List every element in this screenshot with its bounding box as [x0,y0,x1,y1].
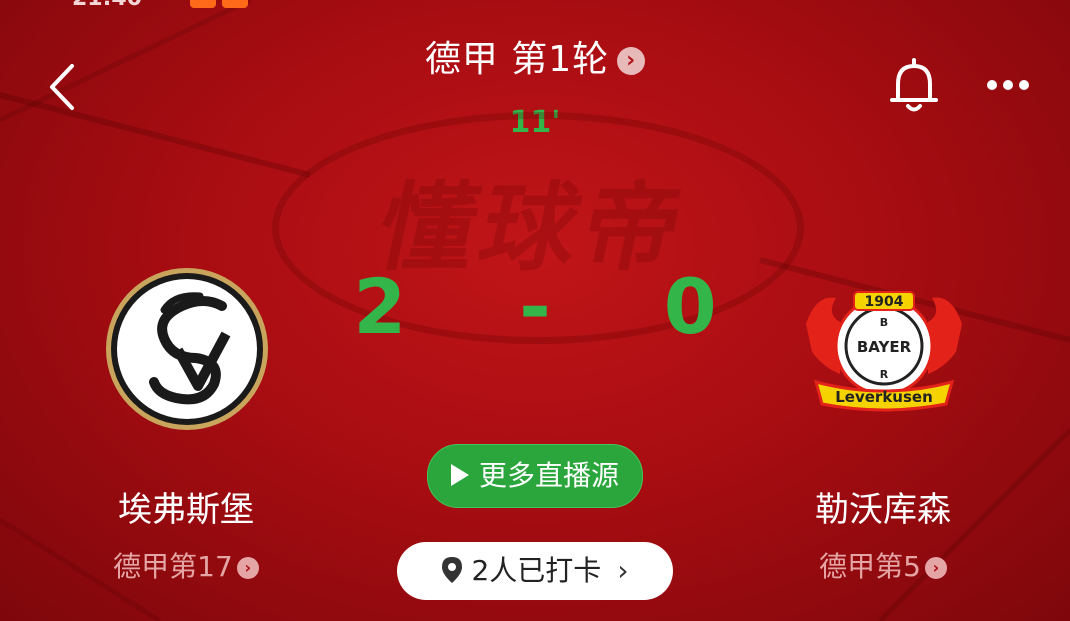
more-live-sources-button[interactable]: 更多直播源 [427,444,643,508]
live-sources-label: 更多直播源 [478,459,619,492]
signal-battery-icon [690,0,990,6]
svg-text:Leverkusen: Leverkusen [835,388,933,406]
status-bar: 21:40 [0,0,1070,11]
chevron-right-circle-icon: › [924,557,947,579]
away-team-logo[interactable]: 1904 BAYER B R Leverkusen [796,284,972,414]
svg-text:R: R [880,368,889,381]
home-team-rank[interactable]: 德甲第17 › [36,545,336,585]
away-team-rank[interactable]: 德甲第5 › [733,545,1033,585]
checkin-label: 2人已打卡 [471,554,602,587]
chevron-right-icon: › [617,554,629,587]
away-team-name[interactable]: 勒沃库森 [733,482,1033,531]
checkin-button[interactable]: 2人已打卡 › [397,542,673,600]
score-separator: - [519,262,551,351]
away-score: 0 [663,262,717,351]
chevron-right-circle-icon: › [617,47,646,75]
match-screen: 21:40 德甲 第1轮› 11' 懂球帝 2 - 0 [0,0,1070,621]
chevron-right-circle-icon: › [236,557,259,579]
home-team-logo[interactable] [104,266,270,432]
round-title-text: 德甲 第1轮 [424,39,610,80]
notification-badge-icon [222,0,248,8]
home-rank-text: 德甲第17 [113,550,233,583]
home-score: 2 [353,262,407,351]
status-time: 21:40 [72,0,142,11]
notification-badge-icon [190,0,216,8]
svg-text:B: B [880,316,888,329]
svg-text:1904: 1904 [865,294,904,310]
ellipsis-icon[interactable] [980,70,1040,100]
location-pin-icon [442,556,463,583]
play-icon [450,464,469,486]
svg-text:BAYER: BAYER [857,338,912,356]
away-rank-text: 德甲第5 [819,550,921,583]
home-team-name[interactable]: 埃弗斯堡 [36,482,336,531]
